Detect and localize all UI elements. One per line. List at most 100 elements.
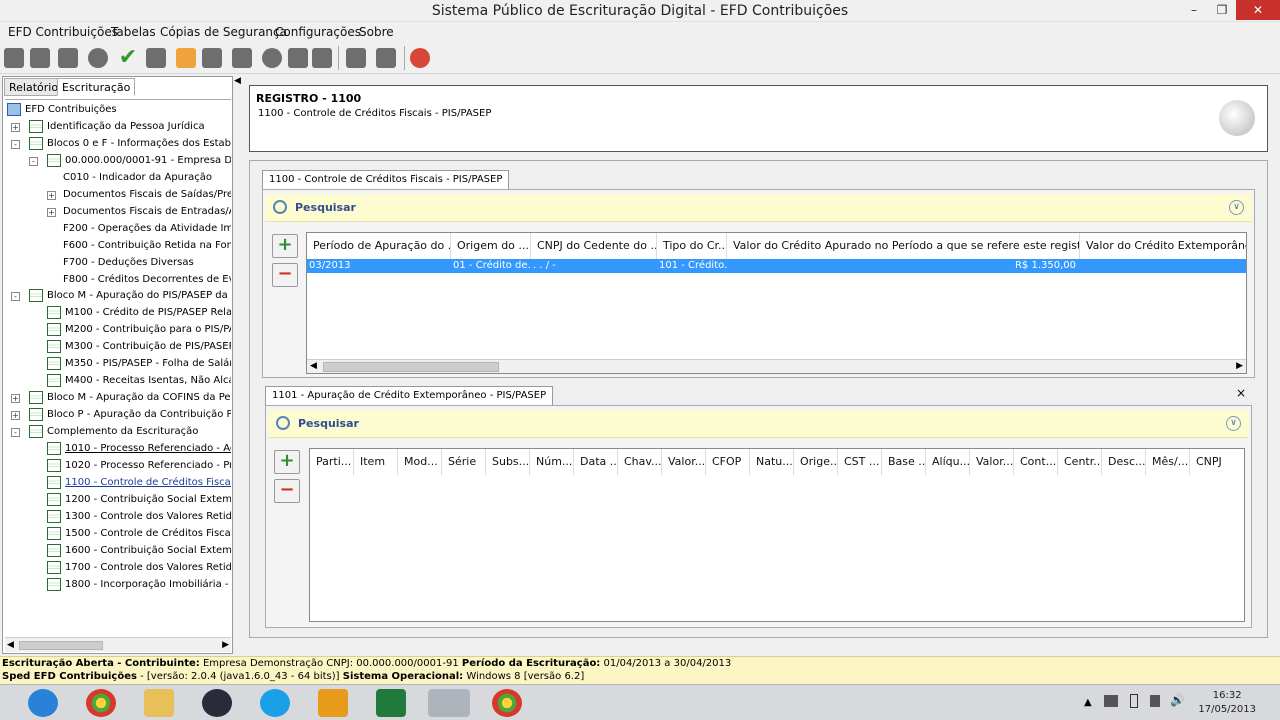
grid-horizontal-scrollbar[interactable]: ◀ ▶ [307, 359, 1246, 373]
tree-node[interactable]: Identificação da Pessoa Jurídica [29, 119, 205, 135]
column-header[interactable]: Origem do ... [451, 233, 531, 259]
power-icon[interactable] [410, 48, 430, 68]
column-header[interactable]: Centr... [1058, 449, 1102, 475]
menu-configuracoes[interactable]: Configurações [275, 25, 361, 39]
transmit-icon[interactable] [288, 48, 308, 68]
column-header[interactable]: Mod... [398, 449, 442, 475]
tree-node[interactable]: 1800 - Incorporação Imobiliária - RET [47, 577, 231, 593]
tree-horizontal-scrollbar[interactable]: ◀ ▶ [5, 637, 231, 652]
restore-icon[interactable] [376, 48, 396, 68]
globe-icon[interactable] [262, 48, 282, 68]
add-record-button[interactable]: + [272, 234, 298, 258]
search-bar[interactable]: Pesquisar ∨ [265, 194, 1252, 222]
add-record-button[interactable]: + [274, 450, 300, 474]
tree-node[interactable]: M100 - Crédito de PIS/PASEP Relativ [47, 305, 231, 321]
export-icon[interactable] [232, 48, 252, 68]
column-header[interactable]: Período de Apuração do ... [307, 233, 451, 259]
records-grid[interactable]: Período de Apuração do ... Origem do ...… [306, 232, 1247, 374]
table-row-selected[interactable]: 03/2013 01 - Crédito de... . . / - 101 -… [307, 259, 1246, 273]
column-header[interactable]: CST ... [838, 449, 882, 475]
file-explorer-icon[interactable] [144, 689, 174, 717]
column-header[interactable]: Valor... [662, 449, 706, 475]
backup-icon[interactable] [346, 48, 366, 68]
tree-node[interactable]: Documentos Fiscais de Saídas/Presta [63, 187, 231, 203]
expand-icon[interactable]: + [11, 394, 20, 403]
column-header[interactable]: Valor do Crédito Apurado no Período a qu… [727, 233, 1080, 259]
tree-node[interactable]: Complemento da Escrituração [29, 424, 198, 440]
expand-icon[interactable]: + [47, 191, 56, 200]
tree-node[interactable]: Documentos Fiscais de Entradas/Aqu [63, 204, 231, 220]
scroll-right-icon[interactable]: ▶ [222, 640, 229, 650]
scroll-left-icon[interactable]: ◀ [310, 361, 317, 371]
column-header[interactable]: Valor... [970, 449, 1014, 475]
internet-explorer-icon[interactable] [28, 689, 58, 717]
tree-node[interactable]: F800 - Créditos Decorrentes de Event [63, 272, 231, 288]
column-header[interactable]: Chav... [618, 449, 662, 475]
tree-node-selected[interactable]: 1100 - Controle de Créditos Fiscais [47, 475, 231, 491]
new-icon[interactable] [4, 48, 24, 68]
network-icon[interactable] [1104, 695, 1118, 707]
menu-efd-contribuicoes[interactable]: EFD Contribuições [8, 25, 118, 39]
signal-icon[interactable] [1150, 695, 1160, 707]
sign-icon[interactable] [202, 48, 222, 68]
chevron-down-icon[interactable]: ∨ [1229, 200, 1244, 215]
tree-node[interactable]: M200 - Contribuição para o PIS/PAS [47, 322, 231, 338]
splitter-arrow-icon[interactable]: ◀ [234, 76, 241, 90]
tree-node[interactable]: 1300 - Controle dos Valores Retidos [47, 509, 231, 525]
tree-node[interactable]: F200 - Operações da Atividade Imobil [63, 221, 231, 237]
menu-copias-seguranca[interactable]: Cópias de Segurança [160, 25, 287, 39]
expand-icon[interactable]: + [47, 208, 56, 217]
tree-node[interactable]: M350 - PIS/PASEP - Folha de Salário [47, 356, 231, 372]
expand-icon[interactable]: + [11, 411, 20, 420]
tree-node[interactable]: Bloco M - Apuração da COFINS da Pess [29, 390, 231, 406]
column-header[interactable]: Tipo do Cr... [657, 233, 727, 259]
tree-node[interactable]: F600 - Contribuição Retida na Fonte [63, 238, 231, 254]
scroll-thumb[interactable] [19, 641, 103, 650]
scroll-right-icon[interactable]: ▶ [1236, 361, 1243, 371]
outlook-icon[interactable] [318, 689, 348, 717]
volume-icon[interactable]: 🔊 [1170, 693, 1185, 707]
validate-check-icon[interactable]: ✔ [118, 47, 138, 69]
maximize-button[interactable]: ❐ [1208, 0, 1236, 20]
column-header[interactable]: Valor do Crédito Extemporâneo a [1080, 233, 1246, 259]
print-icon[interactable] [146, 48, 166, 68]
sped-app-icon[interactable] [428, 689, 470, 717]
menu-tabelas[interactable]: Tabelas [111, 25, 156, 39]
close-button[interactable]: ✕ [1236, 0, 1280, 20]
battery-icon[interactable] [1130, 694, 1138, 708]
tree-node[interactable]: Blocos 0 e F - Informações dos Estabel [29, 136, 231, 152]
skype-icon[interactable] [260, 689, 290, 717]
tree-node[interactable]: 1700 - Controle dos Valores Retidos [47, 560, 231, 576]
tree-node[interactable]: 00.000.000/0001-91 - Empresa De [47, 153, 231, 169]
close-panel-icon[interactable]: × [1236, 386, 1248, 400]
records-grid[interactable]: Parti... Item Mod... Série Subs... Núm..… [309, 448, 1245, 622]
column-header[interactable]: Mês/... [1146, 449, 1190, 475]
open-icon[interactable] [30, 48, 50, 68]
collapse-icon[interactable]: - [29, 157, 38, 166]
column-header[interactable]: Cont... [1014, 449, 1058, 475]
column-header[interactable]: CFOP [706, 449, 750, 475]
column-header[interactable]: Natu... [750, 449, 794, 475]
tab-escrituracao[interactable]: Escrituração [57, 78, 136, 96]
tree-node[interactable]: F700 - Deduções Diversas [63, 255, 194, 271]
collapse-icon[interactable]: - [11, 292, 20, 301]
collapse-icon[interactable]: - [11, 428, 20, 437]
remove-record-button[interactable]: − [272, 263, 298, 287]
tree-node[interactable]: 1600 - Contribuição Social Extempor [47, 543, 231, 559]
column-header[interactable]: Alíqu... [926, 449, 970, 475]
gear-icon[interactable] [88, 48, 108, 68]
tree-node[interactable]: 1500 - Controle de Créditos Fiscais [47, 526, 231, 542]
shield-icon[interactable] [312, 48, 332, 68]
column-header[interactable]: Item [354, 449, 398, 475]
clock[interactable]: 16:32 17/05/2013 [1198, 689, 1256, 717]
menu-sobre[interactable]: Sobre [359, 25, 394, 39]
tree-node[interactable]: M300 - Contribuição de PIS/PASEP D [47, 339, 231, 355]
column-header[interactable]: Data ... [574, 449, 618, 475]
tree-node[interactable]: Bloco M - Apuração do PIS/PASEP da Pe [29, 288, 231, 304]
column-header[interactable]: CNPJ do Cedente do ... [531, 233, 657, 259]
chevron-down-icon[interactable]: ∨ [1226, 416, 1241, 431]
column-header[interactable]: Orige... [794, 449, 838, 475]
tray-arrow-icon[interactable]: ▲ [1084, 697, 1092, 708]
tree-node[interactable]: 1020 - Processo Referenciado - Pro [47, 458, 231, 474]
search-bar[interactable]: Pesquisar ∨ [268, 410, 1249, 438]
